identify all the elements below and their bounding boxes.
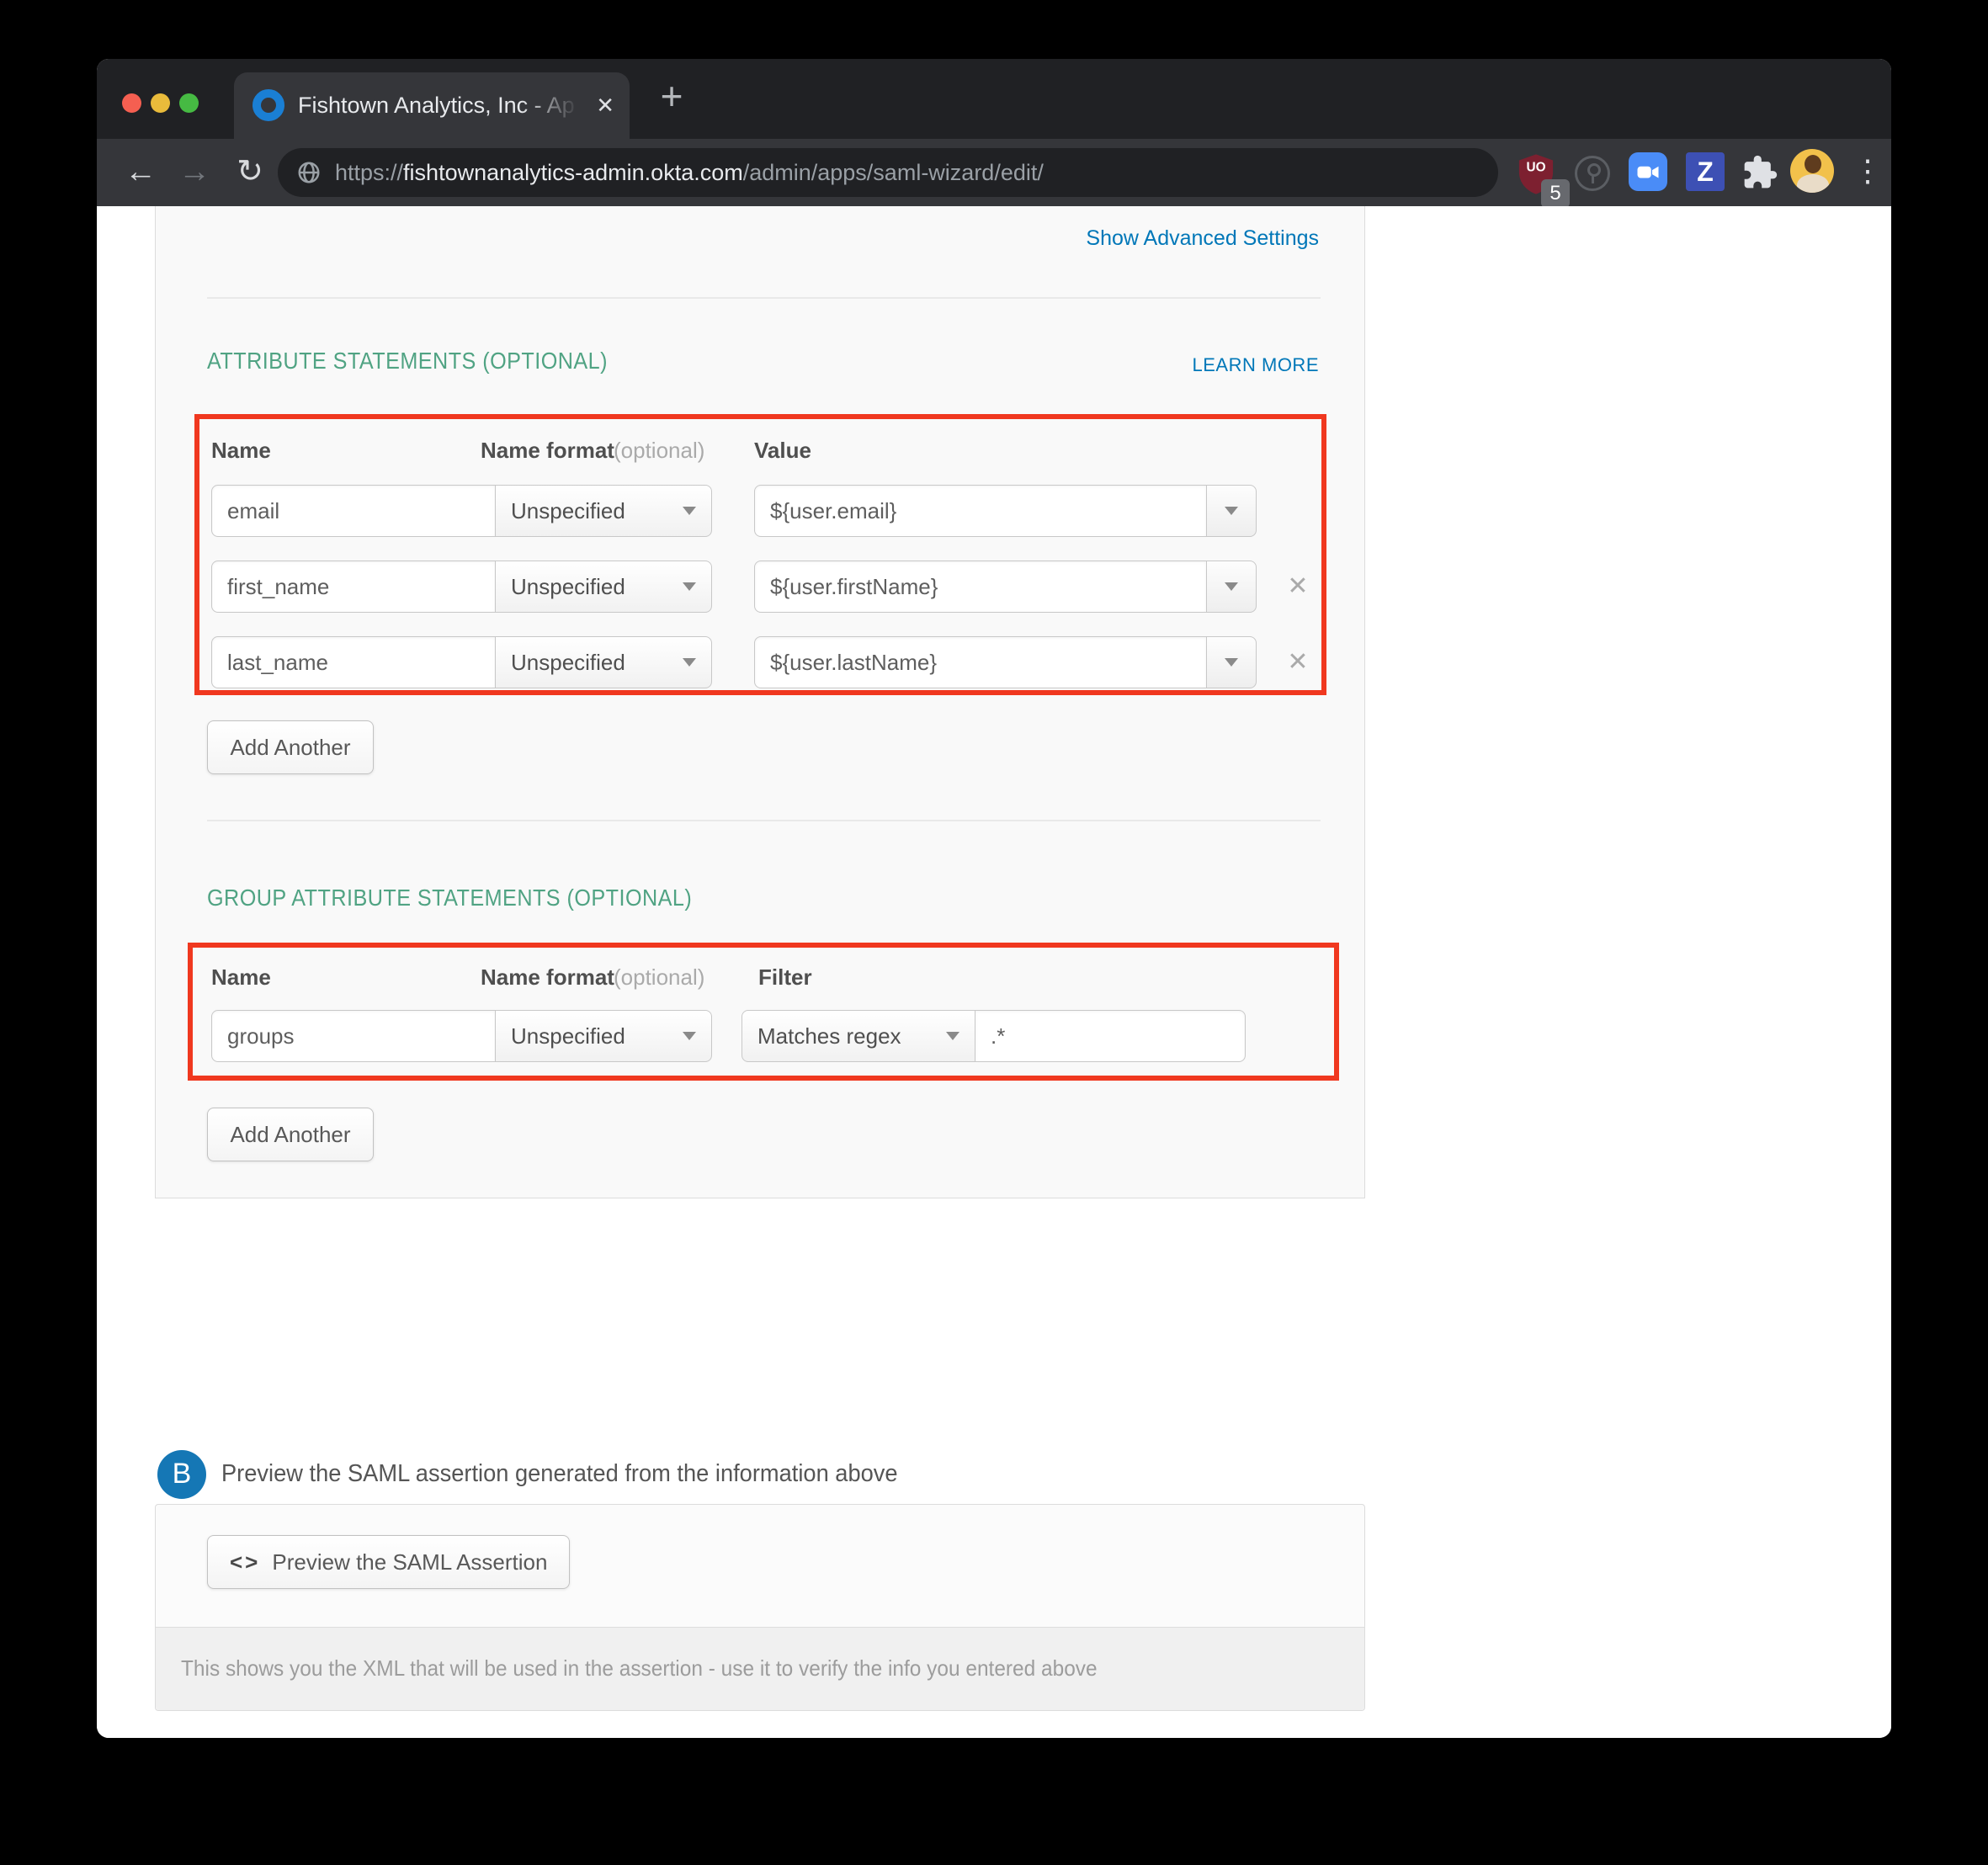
col-header-name-format: Name format: [481, 964, 614, 991]
name-format-select[interactable]: Unspecified: [495, 636, 712, 688]
attribute-value-input[interactable]: [754, 636, 1207, 688]
attribute-row: Unspecified ✕: [199, 636, 1321, 688]
attribute-value-input[interactable]: [754, 561, 1207, 613]
ublock-badge: 5: [1541, 179, 1570, 208]
site-info-globe-icon[interactable]: [296, 160, 322, 185]
back-icon[interactable]: ←: [117, 149, 164, 196]
tab-close-icon[interactable]: ✕: [596, 93, 614, 119]
value-dropdown-button[interactable]: [1206, 485, 1257, 537]
chevron-down-icon: [683, 1032, 696, 1040]
step-b-badge: B: [157, 1450, 206, 1499]
name-format-value: Unspecified: [511, 574, 625, 600]
group-attribute-row: Unspecified Matches regex: [193, 1010, 1334, 1062]
address-bar[interactable]: https://fishtownanalytics-admin.okta.com…: [278, 148, 1498, 197]
annotation-box-attribute-statements: Name Name format (optional) Value Unspec…: [194, 414, 1326, 695]
forward-icon[interactable]: →: [171, 149, 218, 196]
col-header-name-format: Name format: [481, 438, 614, 464]
browser-window: Fishtown Analytics, Inc - Applic ✕ + ← →…: [97, 59, 1891, 1738]
col-header-name: Name: [211, 438, 271, 464]
browser-tab[interactable]: Fishtown Analytics, Inc - Applic ✕: [234, 72, 630, 139]
remove-row-icon[interactable]: ✕: [1284, 648, 1312, 677]
url-scheme: https://: [335, 160, 403, 185]
okta-favicon-icon: [252, 89, 284, 121]
chevron-down-icon: [1225, 582, 1238, 591]
browser-toolbar: ← → ↻ https://fishtownanalytics-admin.ok…: [97, 139, 1891, 206]
url-text: https://fishtownanalytics-admin.okta.com…: [335, 160, 1044, 186]
name-format-value: Unspecified: [511, 650, 625, 676]
value-dropdown-button[interactable]: [1206, 561, 1257, 613]
attribute-name-input[interactable]: [211, 561, 496, 613]
col-header-filter: Filter: [758, 964, 812, 991]
page-content: Show Advanced Settings ATTRIBUTE STATEME…: [97, 206, 1891, 1738]
col-header-value: Value: [754, 438, 811, 464]
preview-assertion-panel: <> Preview the SAML Assertion This shows…: [155, 1504, 1365, 1711]
code-icon: <>: [230, 1549, 260, 1575]
attribute-row: Unspecified ✕: [199, 561, 1321, 613]
preview-button-label: Preview the SAML Assertion: [272, 1549, 547, 1575]
section-divider: [207, 297, 1321, 299]
attribute-row: Unspecified: [199, 485, 1321, 537]
preview-note-text: This shows you the XML that will be used…: [181, 1655, 1098, 1682]
zoom-extension-icon[interactable]: [1629, 152, 1667, 191]
chevron-down-icon: [683, 582, 696, 591]
annotation-box-group-attribute-statements: Name Name format (optional) Filter Unspe…: [188, 943, 1339, 1081]
saml-settings-panel: Show Advanced Settings ATTRIBUTE STATEME…: [155, 206, 1365, 1198]
minimize-window-button[interactable]: [151, 93, 170, 113]
chevron-down-icon: [1225, 507, 1238, 515]
extensions-puzzle-icon[interactable]: [1741, 154, 1778, 195]
attribute-name-input[interactable]: [211, 636, 496, 688]
learn-more-link[interactable]: LEARN MORE: [1193, 354, 1319, 376]
tab-strip: Fishtown Analytics, Inc - Applic ✕ +: [97, 59, 1891, 139]
col-header-name: Name: [211, 964, 271, 991]
reload-icon[interactable]: ↻: [226, 149, 274, 196]
avatar-body: [1797, 174, 1829, 193]
name-format-value: Unspecified: [511, 1023, 625, 1049]
preview-note-strip: This shows you the XML that will be used…: [156, 1627, 1364, 1710]
group-attribute-statements-heading: GROUP ATTRIBUTE STATEMENTS (OPTIONAL): [207, 885, 692, 911]
chevron-down-icon: [683, 507, 696, 515]
filter-value-input[interactable]: [975, 1010, 1246, 1062]
attribute-name-input[interactable]: [211, 485, 496, 537]
browser-menu-icon[interactable]: ⋮: [1852, 149, 1883, 193]
onepassword-extension-icon[interactable]: [1575, 156, 1610, 191]
new-tab-button[interactable]: +: [648, 74, 695, 121]
filter-type-select[interactable]: Matches regex: [742, 1010, 975, 1062]
remove-row-icon[interactable]: ✕: [1284, 572, 1312, 601]
group-name-input[interactable]: [211, 1010, 496, 1062]
preview-saml-assertion-button[interactable]: <> Preview the SAML Assertion: [207, 1535, 570, 1589]
col-header-optional: (optional): [614, 438, 704, 464]
tab-title-fade: [520, 84, 579, 130]
chevron-down-icon: [683, 658, 696, 667]
url-path: /admin/apps/saml-wizard/edit/: [743, 160, 1044, 185]
chevron-down-icon: [1225, 658, 1238, 667]
avatar-head: [1805, 155, 1821, 173]
name-format-select[interactable]: Unspecified: [495, 485, 712, 537]
add-another-group-attribute-button[interactable]: Add Another: [207, 1108, 374, 1161]
name-format-select[interactable]: Unspecified: [495, 1010, 712, 1062]
profile-avatar[interactable]: [1790, 149, 1834, 193]
add-another-attribute-button[interactable]: Add Another: [207, 720, 374, 774]
section-divider: [207, 820, 1321, 821]
value-dropdown-button[interactable]: [1206, 636, 1257, 688]
chevron-down-icon: [946, 1032, 959, 1040]
fullscreen-window-button[interactable]: [179, 93, 199, 113]
attribute-statements-heading: ATTRIBUTE STATEMENTS (OPTIONAL): [207, 348, 608, 375]
attribute-value-input[interactable]: [754, 485, 1207, 537]
name-format-select[interactable]: Unspecified: [495, 561, 712, 613]
svg-text:UO: UO: [1526, 160, 1545, 174]
z-extension-icon[interactable]: Z: [1686, 152, 1725, 191]
show-advanced-settings-link[interactable]: Show Advanced Settings: [1086, 226, 1319, 251]
filter-type-value: Matches regex: [757, 1023, 901, 1049]
col-header-optional: (optional): [614, 964, 704, 991]
close-window-button[interactable]: [122, 93, 141, 113]
name-format-value: Unspecified: [511, 498, 625, 524]
preview-section-heading: Preview the SAML assertion generated fro…: [221, 1460, 898, 1488]
url-host: fishtownanalytics-admin.okta.com: [403, 160, 743, 185]
